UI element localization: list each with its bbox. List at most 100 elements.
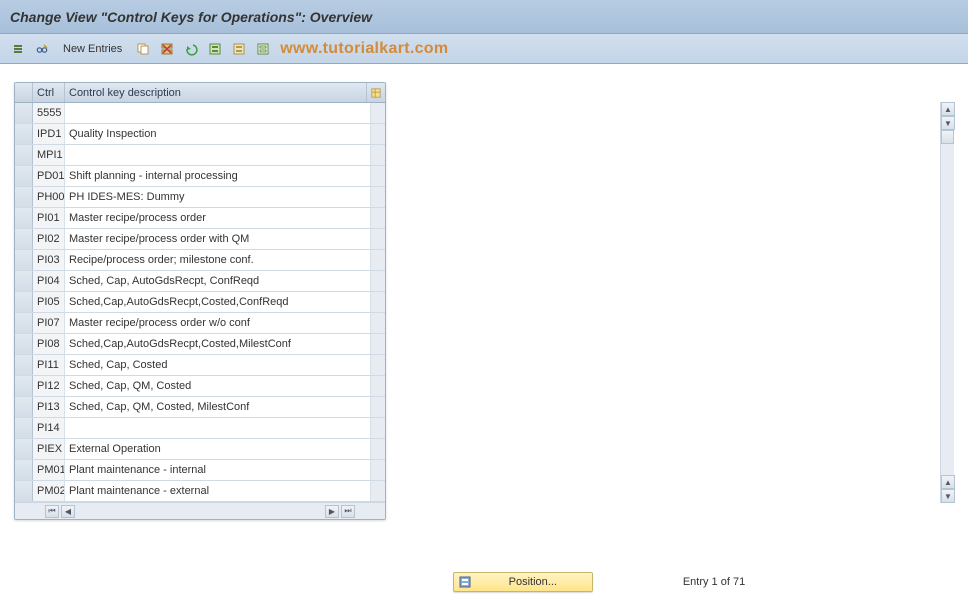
vscroll-track[interactable] <box>941 130 954 475</box>
desc-cell[interactable]: Plant maintenance - external <box>65 481 371 501</box>
ctrl-cell[interactable]: PI05 <box>33 292 65 312</box>
desc-cell[interactable]: Quality Inspection <box>65 124 371 144</box>
desc-column-header[interactable]: Control key description <box>65 83 367 102</box>
desc-cell[interactable]: Plant maintenance - internal <box>65 460 371 480</box>
row-selector[interactable] <box>15 481 33 501</box>
desc-cell[interactable]: Master recipe/process order with QM <box>65 229 371 249</box>
ctrl-cell[interactable]: PI13 <box>33 397 65 417</box>
table-row[interactable]: PM01 Plant maintenance - internal <box>15 460 385 481</box>
row-selector[interactable] <box>15 271 33 291</box>
ctrl-cell[interactable]: PI02 <box>33 229 65 249</box>
ctrl-cell[interactable]: PIEX <box>33 439 65 459</box>
row-selector[interactable] <box>15 103 33 123</box>
row-selector[interactable] <box>15 355 33 375</box>
ctrl-cell[interactable]: PM01 <box>33 460 65 480</box>
table-row[interactable]: PI01 Master recipe/process order <box>15 208 385 229</box>
ctrl-cell[interactable]: PH00 <box>33 187 65 207</box>
row-selector[interactable] <box>15 376 33 396</box>
ctrl-cell[interactable]: PM02 <box>33 481 65 501</box>
table-row[interactable]: PD01 Shift planning - internal processin… <box>15 166 385 187</box>
row-selector[interactable] <box>15 439 33 459</box>
delete-button[interactable] <box>157 39 177 59</box>
table-row[interactable]: PIEX External Operation <box>15 439 385 460</box>
new-entries-button[interactable]: New Entries <box>56 39 129 59</box>
table-row[interactable]: PI04 Sched, Cap, AutoGdsRecpt, ConfReqd <box>15 271 385 292</box>
vscroll-thumb[interactable] <box>941 130 954 144</box>
table-row[interactable]: PI05 Sched,Cap,AutoGdsRecpt,Costed,ConfR… <box>15 292 385 313</box>
row-selector[interactable] <box>15 292 33 312</box>
desc-cell[interactable]: Recipe/process order; milestone conf. <box>65 250 371 270</box>
row-selector[interactable] <box>15 418 33 438</box>
vscroll-up2-button[interactable]: ▲ <box>941 475 955 489</box>
row-selector[interactable] <box>15 460 33 480</box>
table-row[interactable]: PI11 Sched, Cap, Costed <box>15 355 385 376</box>
table-row[interactable]: PI07 Master recipe/process order w/o con… <box>15 313 385 334</box>
hscroll-track[interactable] <box>77 505 323 518</box>
row-selector[interactable] <box>15 166 33 186</box>
ctrl-cell[interactable]: PI12 <box>33 376 65 396</box>
desc-cell[interactable]: Master recipe/process order <box>65 208 371 228</box>
ctrl-cell[interactable]: MPI1 <box>33 145 65 165</box>
table-row[interactable]: PI13 Sched, Cap, QM, Costed, MilestConf <box>15 397 385 418</box>
ctrl-cell[interactable]: PI14 <box>33 418 65 438</box>
table-row[interactable]: 5555 <box>15 103 385 124</box>
row-selector[interactable] <box>15 250 33 270</box>
ctrl-cell[interactable]: PD01 <box>33 166 65 186</box>
select-block-button[interactable] <box>229 39 249 59</box>
ctrl-cell[interactable]: IPD1 <box>33 124 65 144</box>
ctrl-column-header[interactable]: Ctrl <box>33 83 65 102</box>
vertical-scrollbar[interactable]: ▲ ▼ ▲ ▼ <box>940 102 954 503</box>
table-row[interactable]: IPD1 Quality Inspection <box>15 124 385 145</box>
desc-cell[interactable] <box>65 145 371 165</box>
table-row[interactable]: PH00 PH IDES-MES: Dummy <box>15 187 385 208</box>
vscroll-up-button[interactable]: ▲ <box>941 102 955 116</box>
desc-cell[interactable] <box>65 418 371 438</box>
desc-cell[interactable]: External Operation <box>65 439 371 459</box>
row-selector[interactable] <box>15 397 33 417</box>
ctrl-cell[interactable]: PI03 <box>33 250 65 270</box>
desc-cell[interactable]: Sched, Cap, Costed <box>65 355 371 375</box>
copy-as-button[interactable] <box>133 39 153 59</box>
hscroll-left-button[interactable]: ◀ <box>61 505 75 518</box>
table-row[interactable]: PM02 Plant maintenance - external <box>15 481 385 502</box>
table-row[interactable]: PI14 <box>15 418 385 439</box>
row-selector[interactable] <box>15 124 33 144</box>
desc-cell[interactable]: Shift planning - internal processing <box>65 166 371 186</box>
desc-cell[interactable]: Sched, Cap, QM, Costed, MilestConf <box>65 397 371 417</box>
row-selector[interactable] <box>15 334 33 354</box>
deselect-all-button[interactable] <box>253 39 273 59</box>
hscroll-last-button[interactable]: ⏭ <box>341 505 355 518</box>
vscroll-down-button[interactable]: ▼ <box>941 116 955 130</box>
desc-cell[interactable] <box>65 103 371 123</box>
desc-cell[interactable]: Sched,Cap,AutoGdsRecpt,Costed,ConfReqd <box>65 292 371 312</box>
position-button[interactable]: Position... <box>453 572 593 592</box>
hscroll-first-button[interactable]: ⏮ <box>45 505 59 518</box>
desc-cell[interactable]: Master recipe/process order w/o conf <box>65 313 371 333</box>
select-all-button[interactable] <box>205 39 225 59</box>
ctrl-cell[interactable]: PI07 <box>33 313 65 333</box>
display-change-button[interactable] <box>32 39 52 59</box>
undo-button[interactable] <box>181 39 201 59</box>
desc-cell[interactable]: PH IDES-MES: Dummy <box>65 187 371 207</box>
row-selector[interactable] <box>15 208 33 228</box>
ctrl-cell[interactable]: PI04 <box>33 271 65 291</box>
vscroll-down2-button[interactable]: ▼ <box>941 489 955 503</box>
select-column-header[interactable] <box>15 83 33 102</box>
hscroll-right-button[interactable]: ▶ <box>325 505 339 518</box>
ctrl-cell[interactable]: PI08 <box>33 334 65 354</box>
ctrl-cell[interactable]: PI01 <box>33 208 65 228</box>
ctrl-cell[interactable]: 5555 <box>33 103 65 123</box>
row-selector[interactable] <box>15 187 33 207</box>
row-selector[interactable] <box>15 229 33 249</box>
table-row[interactable]: PI12 Sched, Cap, QM, Costed <box>15 376 385 397</box>
other-view-button[interactable] <box>8 39 28 59</box>
desc-cell[interactable]: Sched, Cap, QM, Costed <box>65 376 371 396</box>
desc-cell[interactable]: Sched,Cap,AutoGdsRecpt,Costed,MilestConf <box>65 334 371 354</box>
horizontal-scrollbar[interactable]: ⏮ ◀ ▶ ⏭ <box>15 502 385 519</box>
desc-cell[interactable]: Sched, Cap, AutoGdsRecpt, ConfReqd <box>65 271 371 291</box>
table-row[interactable]: PI02 Master recipe/process order with QM <box>15 229 385 250</box>
row-selector[interactable] <box>15 145 33 165</box>
configure-columns-button[interactable] <box>367 83 385 102</box>
table-row[interactable]: PI08 Sched,Cap,AutoGdsRecpt,Costed,Miles… <box>15 334 385 355</box>
table-row[interactable]: PI03 Recipe/process order; milestone con… <box>15 250 385 271</box>
